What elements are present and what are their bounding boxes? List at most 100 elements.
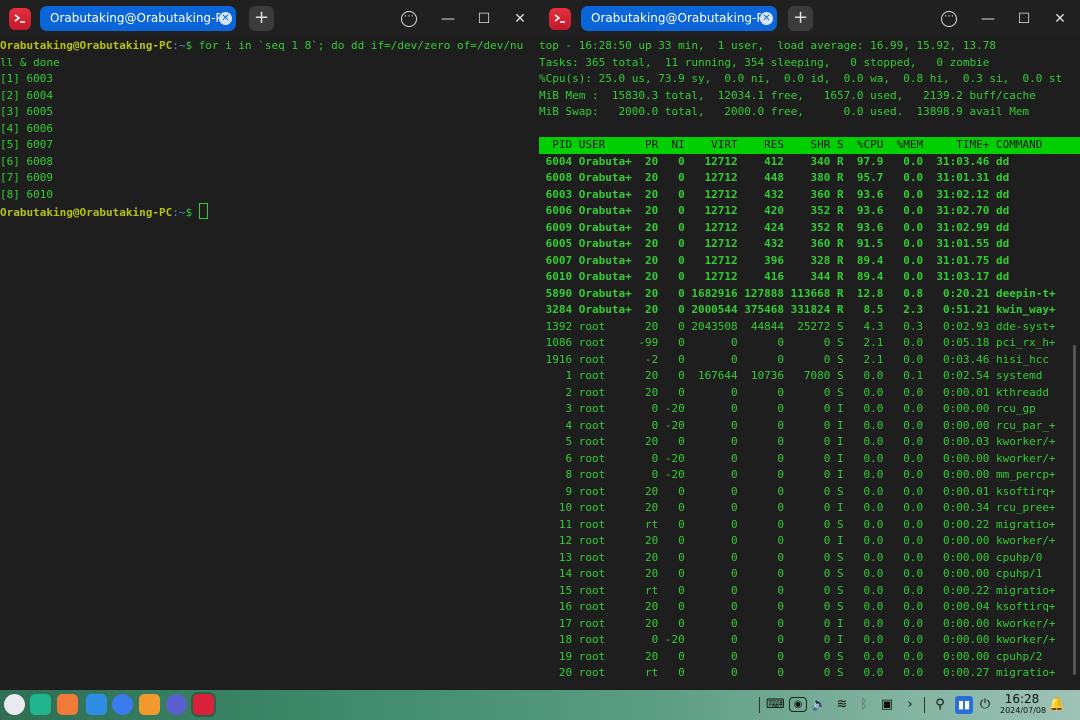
bluetooth-icon[interactable]: ᛒ <box>856 696 872 714</box>
table-row: 14 root 20 0 0 0 0 S 0.0 0.0 0:00.00 cpu… <box>539 567 1043 580</box>
tab-close-icon[interactable]: ✕ <box>219 12 232 25</box>
table-row: 1916 root -2 0 0 0 0 S 2.1 0.0 0:03.46 h… <box>539 352 1049 366</box>
taskbar: ⌨ ◉ 🔈 ≋ ᛒ ▣ › ⚲ ▮▮ ⏻ 🔔 <box>0 690 1080 720</box>
table-row: 8 root 0 -20 0 0 0 I 0.0 0.0 0:00.00 mm_… <box>539 468 1056 481</box>
table-row: 6005 Orabuta+ 20 0 12712 432 360 R 91.5 … <box>539 237 1010 250</box>
settings-icon[interactable] <box>166 694 187 715</box>
prompt-line: Orabutaking@Orabutaking-PC:~$ <box>0 203 539 220</box>
top-summary-line: top - 16:28:50 up 33 min, 1 user, load a… <box>539 39 996 52</box>
prompt-symbol: $ <box>185 206 199 219</box>
output-text: [6] 6008 <box>0 154 53 168</box>
screenshot-icon[interactable]: ◉ <box>789 697 807 712</box>
voice-assistant-icon[interactable]: ▮▮ <box>955 696 973 714</box>
terminal-window-right[interactable]: Orabutaking@Orabutaking-PC: ~ ✕ + ⋯ — ☐ … <box>539 0 1080 690</box>
table-row: 6009 Orabuta+ 20 0 12712 424 352 R 93.6 … <box>539 220 1010 234</box>
terminal-app-icon <box>549 8 571 30</box>
table-row: 16 root 20 0 0 0 0 S 0.0 0.0 0:00.04 kso… <box>539 600 1056 613</box>
file-manager-icon[interactable] <box>86 694 107 715</box>
output-line: [1] 6003 <box>0 71 539 88</box>
terminal-icon[interactable] <box>193 694 214 715</box>
tab-terminal[interactable]: Orabutaking@Orabutaking-PC: ~ ✕ <box>581 6 777 31</box>
table-row: 2 root 20 0 0 0 0 S 0.0 0.0 0:00.01 kthr… <box>539 385 1049 399</box>
tray-app-icon[interactable]: ▣ <box>879 696 895 714</box>
table-row: 13 root 20 0 0 0 0 S 0.0 0.0 0:00.00 cpu… <box>539 550 1043 564</box>
wifi-icon[interactable]: ≋ <box>834 696 850 714</box>
prompt-path: :~ <box>172 206 186 219</box>
output-line: [4] 6006 <box>0 121 539 138</box>
maximize-button[interactable]: ☐ <box>474 9 494 29</box>
output-line: [2] 6004 <box>0 88 539 105</box>
table-row: 9 root 20 0 0 0 0 S 0.0 0.0 0:00.01 ksof… <box>539 484 1056 498</box>
top-output[interactable]: top - 16:28:50 up 33 min, 1 user, load a… <box>539 38 1080 690</box>
table-row: 6008 Orabuta+ 20 0 12712 448 380 R 95.7 … <box>539 171 1010 184</box>
table-row: 1086 root -99 0 0 0 0 S 2.1 0.0 0:05.18 … <box>539 336 1056 349</box>
table-row: 1 root 20 0 167644 10736 7080 S 0.0 0.1 … <box>539 369 1043 382</box>
table-row: 4 root 0 -20 0 0 0 I 0.0 0.0 0:00.00 rcu… <box>539 418 1056 432</box>
clock-time: 16:28 <box>1004 692 1040 706</box>
menu-icon[interactable]: ⋯ <box>401 11 417 27</box>
table-row: 18 root 0 -20 0 0 0 I 0.0 0.0 0:00.00 kw… <box>539 633 1056 646</box>
table-row: 5890 Orabuta+ 20 0 1682916 127888 113668… <box>539 286 1056 300</box>
table-row: 19 root 20 0 0 0 0 S 0.0 0.0 0:00.00 cpu… <box>539 649 1043 663</box>
terminal-window-left[interactable]: Orabutaking@Orabutaking-PC: ~ ✕ + ⋯ — ☐ … <box>0 0 539 690</box>
prompt-user: Orabutaking@Orabutaking-PC <box>0 39 173 52</box>
output-text: [5] 6007 <box>0 138 53 151</box>
title-bar[interactable]: Orabutaking@Orabutaking-PC: ~ ✕ + ⋯ — ☐ … <box>0 0 539 37</box>
output-text: [2] 6004 <box>0 88 53 102</box>
table-row: 12 root 20 0 0 0 0 I 0.0 0.0 0:00.00 kwo… <box>539 534 1056 547</box>
top-summary-line: %Cpu(s): 25.0 us, 73.9 sy, 0.0 ni, 0.0 i… <box>539 72 1063 85</box>
table-row: 15 root rt 0 0 0 0 S 0.0 0.0 0:00.22 mig… <box>539 583 1056 597</box>
process-table-header: PID USER PR NI VIRT RES SHR S %CPU %MEM … <box>539 137 1080 154</box>
clock-date: 2024/07/08 <box>1000 706 1047 715</box>
output-text: [1] 6003 <box>0 72 53 85</box>
app-store-icon[interactable] <box>57 694 78 715</box>
minimize-button[interactable]: — <box>438 9 458 29</box>
tab-close-icon[interactable]: ✕ <box>760 12 773 25</box>
prompt-line: Orabutaking@Orabutaking-PC:~$ for i in `… <box>0 38 539 55</box>
power-icon[interactable]: ⏻ <box>977 696 993 714</box>
clock[interactable]: 16:28 2024/07/08 <box>1000 692 1047 716</box>
close-button[interactable]: ✕ <box>1050 9 1070 29</box>
table-row: 6004 Orabuta+ 20 0 12712 412 340 R 97.9 … <box>539 154 1010 168</box>
launcher-icon[interactable] <box>4 694 25 715</box>
text-cursor[interactable] <box>198 203 208 219</box>
output-line: [7] 6009 <box>0 170 539 187</box>
title-bar[interactable]: Orabutaking@Orabutaking-PC: ~ ✕ + ⋯ — ☐ … <box>539 0 1080 37</box>
keyboard-icon[interactable]: ⌨ <box>766 696 785 714</box>
table-row: 6010 Orabuta+ 20 0 12712 416 344 R 89.4 … <box>539 270 1010 283</box>
maximize-button[interactable]: ☐ <box>1014 9 1034 29</box>
tab-label: Orabutaking@Orabutaking-PC: ~ <box>50 11 220 25</box>
prompt-path: :~ <box>172 39 186 52</box>
terminal-output[interactable]: Orabutaking@Orabutaking-PC:~$ for i in `… <box>0 38 539 690</box>
menu-icon[interactable]: ⋯ <box>941 11 957 27</box>
output-line: ll & done <box>0 55 539 72</box>
new-tab-button[interactable]: + <box>788 6 813 31</box>
tab-terminal[interactable]: Orabutaking@Orabutaking-PC: ~ ✕ <box>40 6 236 31</box>
table-row: 6 root 0 -20 0 0 0 I 0.0 0.0 0:00.00 kwo… <box>539 451 1056 465</box>
output-line: [5] 6007 <box>0 137 539 154</box>
minimize-button[interactable]: — <box>978 9 998 29</box>
table-row: 20 root rt 0 0 0 0 S 0.0 0.0 0:00.27 mig… <box>539 666 1056 679</box>
command-text: for i in `seq 1 8`; do dd if=/dev/zero o… <box>198 39 524 52</box>
browser-icon[interactable] <box>112 694 133 715</box>
archive-manager-icon[interactable] <box>139 694 160 715</box>
close-button[interactable]: ✕ <box>510 9 530 29</box>
notification-bell-icon[interactable]: 🔔 <box>1048 696 1066 714</box>
chevron-right-icon[interactable]: › <box>902 696 918 714</box>
table-row: 3 root 0 -20 0 0 0 I 0.0 0.0 0:00.00 rcu… <box>539 402 1036 415</box>
scrollbar[interactable] <box>1073 345 1076 675</box>
volume-icon[interactable]: 🔈 <box>811 696 827 714</box>
prompt-symbol: $ <box>185 39 199 52</box>
table-row: 5 root 20 0 0 0 0 I 0.0 0.0 0:00.03 kwor… <box>539 435 1056 448</box>
new-tab-button[interactable]: + <box>249 6 274 31</box>
output-text: [4] 6006 <box>0 121 53 135</box>
search-icon[interactable]: ⚲ <box>932 696 948 714</box>
multitask-view-icon[interactable] <box>30 694 51 715</box>
table-row: 6003 Orabuta+ 20 0 12712 432 360 R 93.6 … <box>539 187 1010 201</box>
output-line: [8] 6010 <box>0 187 539 204</box>
tab-label: Orabutaking@Orabutaking-PC: ~ <box>591 11 761 25</box>
divider <box>924 697 925 713</box>
table-row: 6006 Orabuta+ 20 0 12712 420 352 R 93.6 … <box>539 204 1010 217</box>
output-text: [8] 6010 <box>0 187 53 201</box>
output-text: [3] 6005 <box>0 105 53 118</box>
